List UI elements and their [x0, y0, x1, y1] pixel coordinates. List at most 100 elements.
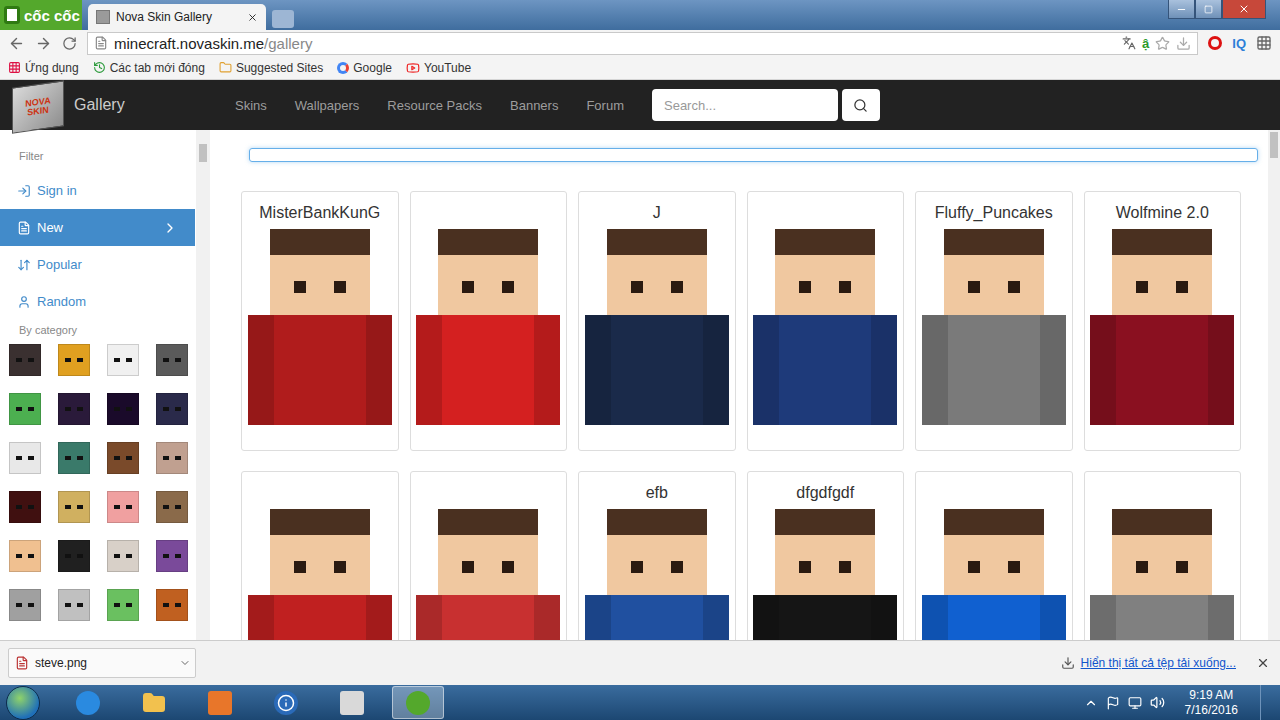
sidebar-item[interactable]: Random [0, 283, 195, 320]
skin-card[interactable]: Fluffy_Puncakes [915, 191, 1073, 451]
show-desktop[interactable] [1260, 685, 1272, 720]
dropdown-icon[interactable] [179, 657, 191, 669]
category-icon[interactable] [107, 442, 139, 474]
download-bar: steve.png Hiển thị tất cả tệp tải xuống..… [0, 640, 1280, 685]
category-icon[interactable] [58, 540, 90, 572]
coccoc-app[interactable] [392, 686, 444, 719]
sidebar-scrollbar[interactable] [196, 130, 210, 640]
sidebar-item[interactable]: Popular [0, 246, 195, 283]
bookmark[interactable]: Suggested Sites [219, 61, 323, 75]
skin-card[interactable]: J [578, 191, 736, 451]
skin-card[interactable] [915, 471, 1073, 640]
category-icon[interactable] [156, 442, 188, 474]
sidebar-item[interactable]: New [0, 209, 195, 246]
skin-card[interactable] [410, 471, 568, 640]
category-icon[interactable] [58, 589, 90, 621]
new-tab-button[interactable] [272, 10, 294, 28]
volume-icon[interactable] [1150, 695, 1165, 710]
flag-icon[interactable] [1106, 696, 1120, 710]
nav-link[interactable]: Resource Packs [387, 98, 482, 113]
category-icon[interactable] [58, 442, 90, 474]
skin-card[interactable]: MisterBankKunG [241, 191, 399, 451]
skin-name: Fluffy_Puncakes [935, 204, 1053, 223]
nav-link[interactable]: Banners [510, 98, 558, 113]
category-icon[interactable] [156, 491, 188, 523]
category-icon[interactable] [9, 344, 41, 376]
explorer-app[interactable] [128, 686, 180, 719]
bookmark[interactable]: Google [337, 61, 392, 75]
category-icon[interactable] [156, 589, 188, 621]
bookmark[interactable]: YouTube [406, 61, 471, 75]
category-icon[interactable] [9, 442, 41, 474]
category-icon[interactable] [9, 491, 41, 523]
skin-figure [922, 509, 1066, 640]
close-icon[interactable] [1256, 656, 1270, 670]
menu-icon[interactable] [1256, 35, 1272, 51]
category-icon[interactable] [107, 393, 139, 425]
skin-card[interactable] [747, 191, 905, 451]
category-icon[interactable] [107, 589, 139, 621]
category-icon[interactable] [9, 540, 41, 572]
category-icon[interactable] [107, 540, 139, 572]
category-icon[interactable] [107, 344, 139, 376]
network-icon[interactable] [1128, 696, 1142, 710]
category-icon[interactable] [9, 589, 41, 621]
forward-icon[interactable] [35, 35, 52, 52]
game-app[interactable] [326, 686, 378, 719]
category-icon[interactable] [156, 540, 188, 572]
info-app[interactable] [260, 686, 312, 719]
folder-icon [219, 61, 232, 74]
skin-card[interactable]: Wolfmine 2.0 [1084, 191, 1242, 451]
skin-card[interactable] [241, 471, 399, 640]
nav-link[interactable]: Forum [586, 98, 624, 113]
opera-icon[interactable] [1208, 36, 1222, 50]
category-icon[interactable] [9, 393, 41, 425]
browser-tab[interactable]: Nova Skin Gallery [88, 4, 266, 30]
taskbar: 9:19 AM7/16/2016 [0, 685, 1280, 720]
iq-button[interactable]: IQ [1232, 36, 1246, 51]
content: FilterSign inNewPopularRandomBy category… [0, 130, 1280, 640]
skin-card[interactable]: efb [578, 471, 736, 640]
skin-card[interactable] [1084, 471, 1242, 640]
page-scrollbar[interactable] [1268, 130, 1280, 640]
download-item[interactable]: steve.png [8, 648, 196, 678]
translate-icon[interactable] [1122, 36, 1136, 50]
bookmark[interactable]: Các tab mới đóng [93, 61, 205, 75]
nav-link[interactable]: Wallpapers [295, 98, 360, 113]
back-icon[interactable] [8, 35, 25, 52]
reload-icon[interactable] [62, 36, 77, 51]
addon-button[interactable]: ậ [1142, 36, 1149, 51]
sidebar-item[interactable]: Sign in [0, 172, 195, 209]
skin-card[interactable] [410, 191, 568, 451]
url-field[interactable]: minecraft.novaskin.me/galleryậ [87, 32, 1198, 55]
bookmark[interactable]: Ứng dụng [8, 61, 79, 75]
site-brand[interactable]: NOVASKINGallery [0, 80, 210, 130]
tray-expand-icon[interactable] [1084, 696, 1098, 710]
category-icon[interactable] [107, 491, 139, 523]
category-icon[interactable] [156, 393, 188, 425]
category-icon[interactable] [156, 344, 188, 376]
category-icon[interactable] [58, 491, 90, 523]
minimize-button[interactable] [1168, 0, 1195, 19]
new-icon [17, 221, 31, 235]
media-app[interactable] [194, 686, 246, 719]
show-all-downloads[interactable]: Hiển thị tất cả tệp tải xuống... [1061, 656, 1236, 670]
ie-app[interactable] [62, 686, 114, 719]
clock[interactable]: 9:19 AM7/16/2016 [1185, 688, 1238, 718]
start-button[interactable] [6, 686, 40, 720]
category-icon[interactable] [58, 393, 90, 425]
category-icon[interactable] [58, 344, 90, 376]
filter-input[interactable] [249, 148, 1258, 162]
close-button[interactable] [1222, 0, 1266, 19]
skin-card[interactable]: dfgdfgdf [747, 471, 905, 640]
site-header: NOVASKINGallery Skins Wallpapers Resource P… [0, 80, 1280, 130]
search-input[interactable]: Search... [652, 89, 838, 121]
close-icon[interactable] [247, 12, 258, 23]
nav-link[interactable]: Skins [235, 98, 267, 113]
star-icon[interactable] [1155, 36, 1170, 51]
search-button[interactable] [842, 89, 880, 121]
sidebar: FilterSign inNewPopularRandomBy category [0, 130, 210, 640]
maximize-button[interactable] [1195, 0, 1222, 19]
skin-figure [416, 229, 560, 425]
download-icon[interactable] [1176, 36, 1191, 51]
